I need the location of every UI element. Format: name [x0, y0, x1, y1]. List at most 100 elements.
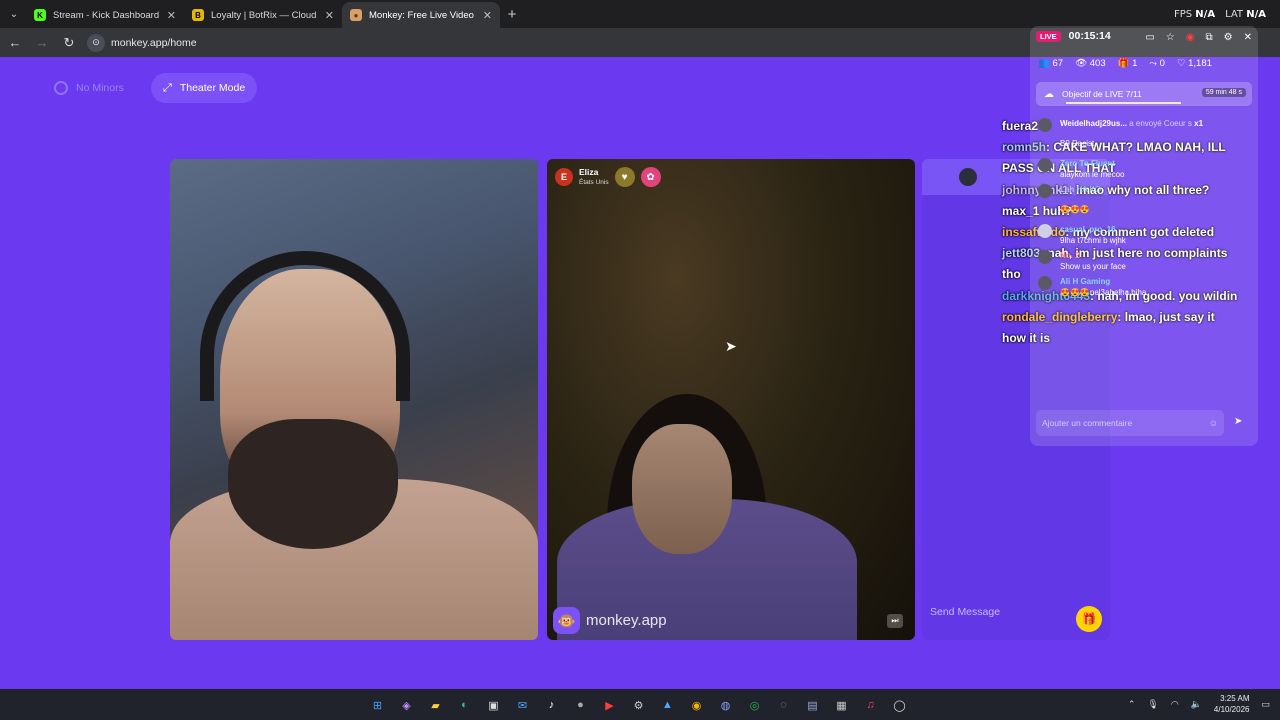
no-minors-toggle[interactable]: No Minors [42, 73, 136, 103]
gift-icon: 🎁 [1117, 58, 1130, 69]
wifi-icon[interactable]: ◠ [1171, 699, 1179, 710]
peer-info: E Eliza États Unis ♥ ✿ [555, 167, 661, 187]
gifts-count: 1 [1132, 58, 1138, 69]
teams-icon[interactable]: ● [569, 694, 592, 716]
botrix-icon: B [192, 9, 204, 21]
settings-icon[interactable]: ⚙ [627, 694, 650, 716]
discord-icon[interactable]: ◍ [714, 694, 737, 716]
calculator-icon[interactable]: ▦ [830, 694, 853, 716]
extension-header: LIVE 00:15:14 [1036, 30, 1111, 42]
heart-badge-icon[interactable]: ♥ [614, 167, 635, 187]
gift-badge-icon[interactable]: ✿ [640, 167, 661, 187]
likes-stat: ♡ 1,181 [1177, 58, 1212, 69]
messenger-icon[interactable]: ◌ [772, 694, 795, 716]
theater-mode-button[interactable]: ⤢ Theater Mode [151, 73, 258, 103]
goal-icon: ☁ [1044, 88, 1054, 100]
tiktok-icon[interactable]: ♪ [540, 694, 563, 716]
chat-item: Lah HA KO [1038, 184, 1250, 200]
followers-count: 67 [1052, 58, 1064, 69]
clock[interactable]: 3:25 AM 4/10/2026 [1214, 693, 1250, 715]
address-bar[interactable]: ⊙ monkey.app/home [87, 32, 1027, 54]
chat-item: No. 2 Show us your face [1038, 250, 1250, 272]
send-message-input[interactable]: Send Message [930, 606, 1000, 618]
gear-icon[interactable]: ⚙ [1224, 32, 1233, 43]
explorer-icon[interactable]: ▰ [424, 694, 447, 716]
close-tab-icon[interactable]: ✕ [325, 9, 334, 22]
send-icon[interactable]: ➤ [1234, 416, 1242, 427]
chat-text: 😍😍😍nel3abelha biha [1060, 288, 1147, 297]
avatar [1038, 250, 1052, 264]
person-beard [228, 419, 398, 549]
tiktok-studio-icon[interactable]: ♫ [859, 694, 882, 716]
skip-icon[interactable]: ⏭ [887, 614, 903, 628]
self-video [170, 159, 538, 640]
live-badge: LIVE [1036, 30, 1061, 42]
theater-mode-label: Theater Mode [179, 82, 246, 94]
star-icon[interactable]: ☆ [1166, 32, 1175, 43]
tab-kick-dashboard[interactable]: K Stream - Kick Dashboard ✕ [26, 2, 184, 28]
peer-country: États Unis [579, 178, 609, 186]
peer-avatar: E [555, 168, 573, 186]
system-tray: ⌃ 🎙 ◠ 🔈 3:25 AM 4/10/2026 ▭ [1128, 693, 1270, 715]
avatar [1038, 138, 1052, 152]
followers-stat: 👥 67 [1038, 58, 1063, 69]
user-avatar[interactable] [959, 168, 977, 186]
emoji-icon[interactable]: ☺ [1209, 418, 1218, 428]
peer-name: Eliza [579, 166, 599, 177]
viewers-stat: 👁 403 [1075, 58, 1106, 69]
eye-icon: 👁 [1075, 58, 1088, 69]
tab-title: Stream - Kick Dashboard [53, 9, 160, 21]
url-text: monkey.app/home [111, 36, 197, 49]
new-tab-button[interactable]: + [500, 6, 524, 23]
edge-icon[interactable]: ◐ [453, 694, 476, 716]
gift-icon[interactable]: 🎁 [1076, 606, 1102, 632]
extensions-icon[interactable]: ⧉ [1206, 32, 1213, 43]
windows-icon[interactable]: ⊞ [366, 694, 389, 716]
tab-title: Monkey: Free Live Video Ch [369, 9, 477, 21]
tab-botrix[interactable]: B Loyalty | BotRix — Cloud Stream ✕ [184, 2, 342, 28]
copilot-icon[interactable]: ◈ [395, 694, 418, 716]
chat-username: No. 2 [1060, 251, 1080, 260]
avatar [1038, 276, 1052, 290]
chat-text: 😍😍😍 [1060, 205, 1090, 214]
tab-search-icon[interactable]: ⌄ [2, 3, 26, 25]
tab-monkey[interactable]: ● Monkey: Free Live Video Ch ✕ [342, 2, 500, 28]
youtube-icon[interactable]: ▶ [598, 694, 621, 716]
monkey-logo-icon: 🐵 [553, 607, 580, 634]
back-icon[interactable]: ← [3, 35, 27, 50]
close-icon[interactable]: ✕ [1244, 32, 1252, 43]
microphone-icon[interactable]: 🎙 [1147, 699, 1158, 710]
chat-text: Show us your face [1060, 262, 1126, 271]
obs-icon[interactable]: ◯ [888, 694, 911, 716]
comment-input[interactable]: Ajouter un commentaire ☺ [1036, 410, 1224, 436]
record-icon[interactable]: ◉ [1186, 32, 1195, 43]
mouse-cursor-icon: ➤ [725, 338, 737, 354]
chat-item: B9 Racist [1038, 138, 1250, 154]
viewers-count: 403 [1089, 58, 1106, 69]
person-face [632, 424, 732, 554]
headset [200, 251, 410, 401]
store-icon[interactable]: ▣ [482, 694, 505, 716]
peer-name-block: Eliza États Unis [579, 166, 609, 187]
site-info-icon[interactable]: ⊙ [87, 33, 105, 52]
photos-icon[interactable]: ▲ [656, 694, 679, 716]
kick-icon: K [34, 9, 46, 21]
spotify-icon[interactable]: ◎ [743, 694, 766, 716]
live-goal: ☁ Objectif de LIVE 7/11 59 min 48 s [1036, 82, 1252, 106]
volume-icon[interactable]: 🔈 [1191, 699, 1202, 710]
chat-item: Zero To Fluent alaykom le mecoo [1038, 158, 1250, 180]
mail-icon[interactable]: ✉ [511, 694, 534, 716]
close-tab-icon[interactable]: ✕ [483, 9, 492, 22]
close-tab-icon[interactable]: ✕ [167, 9, 176, 22]
subs-stat: ⤳ 0 [1149, 58, 1165, 69]
notification-icon[interactable]: ▭ [1261, 699, 1270, 710]
chrome-icon[interactable]: ◉ [685, 694, 708, 716]
cast-icon[interactable]: ▭ [1145, 32, 1154, 43]
chevron-up-icon[interactable]: ⌃ [1128, 699, 1136, 710]
fps-value: N/A [1195, 9, 1216, 20]
notepad-icon[interactable]: ▤ [801, 694, 824, 716]
chat-text: a envoyé Coeur s [1129, 119, 1192, 128]
forward-icon[interactable]: → [30, 35, 54, 50]
goal-text: Objectif de LIVE 7/11 [1062, 89, 1142, 99]
reload-icon[interactable]: ↻ [57, 35, 81, 51]
